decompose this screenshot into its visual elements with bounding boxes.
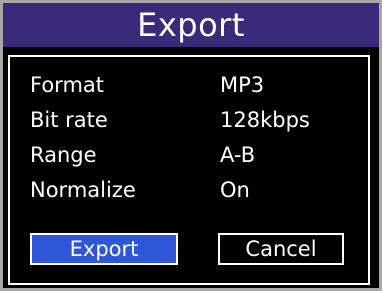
setting-row-normalize[interactable]: Normalize On — [10, 176, 368, 204]
setting-label-normalize: Normalize — [30, 178, 136, 202]
setting-value-bit-rate: 128kbps — [220, 108, 310, 132]
setting-label-format: Format — [30, 73, 105, 97]
export-dialog: Export Format MP3 Bit rate 128kbps Range… — [0, 0, 382, 291]
export-button[interactable]: Export — [30, 233, 178, 265]
setting-row-range[interactable]: Range A-B — [10, 141, 368, 169]
setting-value-format: MP3 — [220, 73, 265, 97]
setting-row-bit-rate[interactable]: Bit rate 128kbps — [10, 106, 368, 134]
dialog-title: Export — [137, 6, 245, 44]
cancel-button[interactable]: Cancel — [218, 233, 344, 265]
setting-value-normalize: On — [220, 178, 250, 202]
setting-label-range: Range — [30, 143, 97, 167]
setting-value-range: A-B — [220, 143, 256, 167]
export-settings-panel: Format MP3 Bit rate 128kbps Range A-B No… — [8, 55, 370, 285]
dialog-title-bar: Export — [3, 3, 379, 51]
setting-label-bit-rate: Bit rate — [30, 108, 108, 132]
setting-row-format[interactable]: Format MP3 — [10, 71, 368, 99]
